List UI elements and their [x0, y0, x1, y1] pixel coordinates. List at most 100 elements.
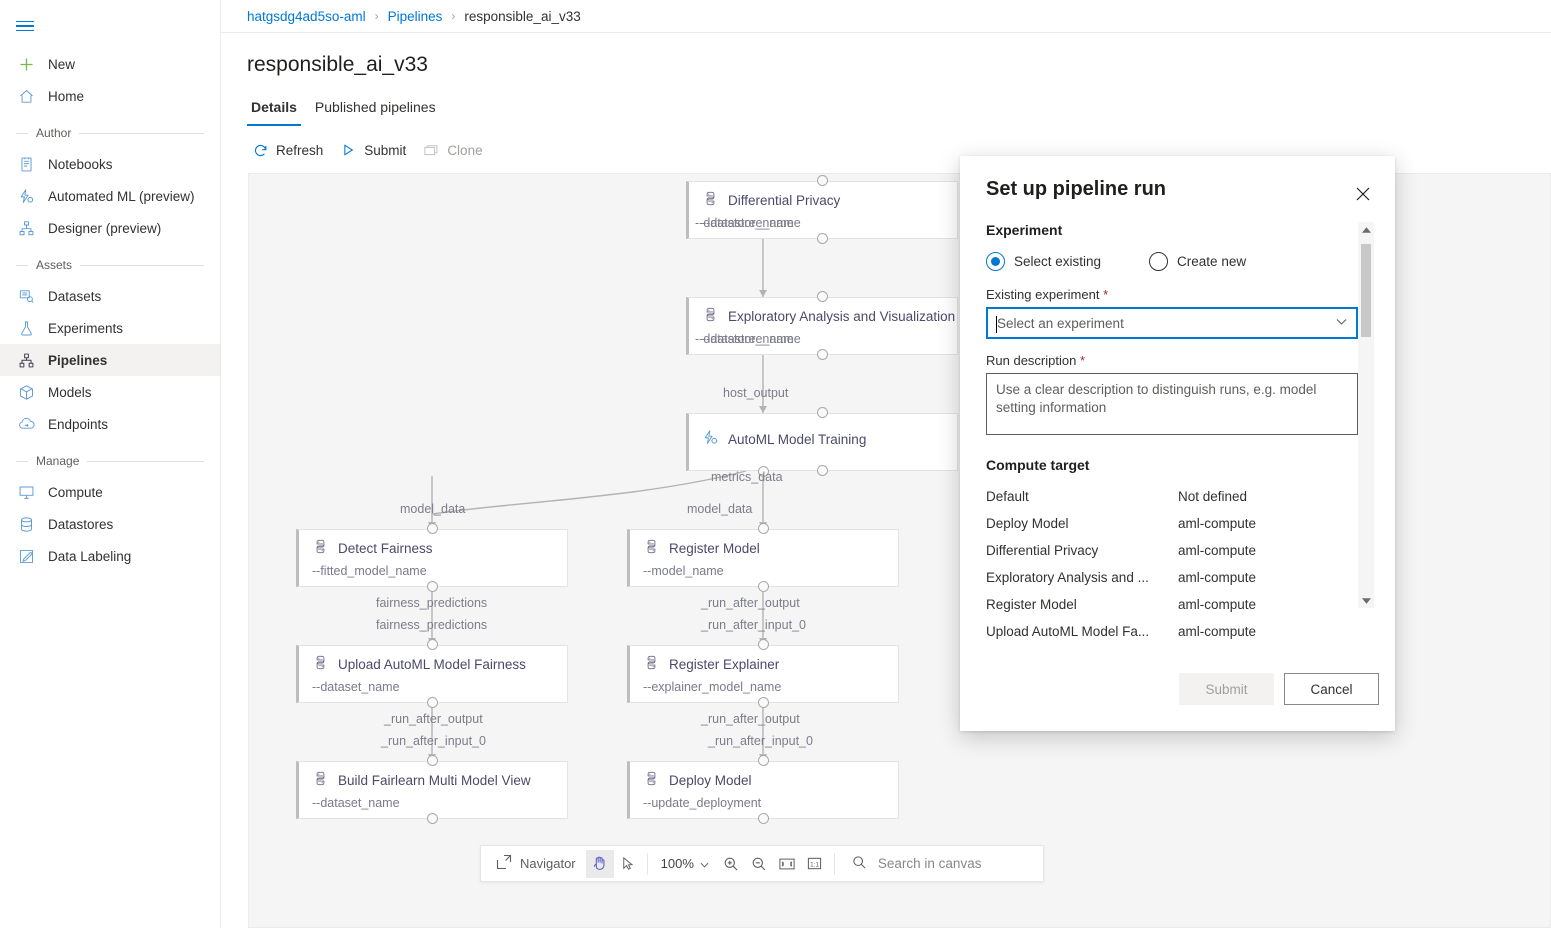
node-input-port[interactable]: [816, 175, 828, 186]
python-module-icon: [643, 770, 660, 790]
pipeline-node[interactable]: Deploy Model --update_deployment: [627, 761, 899, 819]
close-icon[interactable]: [1347, 178, 1379, 210]
zoom-out-icon[interactable]: [745, 850, 773, 878]
chevron-down-icon[interactable]: [1336, 318, 1347, 329]
search-input[interactable]: [875, 855, 1036, 872]
sidebar-item-label: Notebooks: [48, 156, 113, 172]
edge-label: model_data: [400, 502, 466, 516]
node-input-port[interactable]: [426, 755, 438, 766]
command-label: Refresh: [276, 142, 324, 158]
node-title: Differential Privacy: [728, 192, 841, 208]
node-input-port[interactable]: [426, 639, 438, 650]
breadcrumb-workspace[interactable]: hatgsdg4ad5so-aml: [247, 9, 366, 24]
actual-size-icon[interactable]: 1:1: [801, 850, 829, 878]
sidebar-group-header: Author: [0, 118, 220, 148]
sidebar-item-designer-preview[interactable]: Designer (preview): [0, 212, 220, 244]
run-description-textarea[interactable]: Use a clear description to distinguish r…: [986, 373, 1358, 435]
node-title-row: Exploratory Analysis and Visualization: [702, 306, 957, 326]
pipeline-node[interactable]: AutoML Model Training: [686, 413, 958, 471]
scroll-down-arrow-icon[interactable]: [1358, 593, 1374, 608]
sidebar-item-models[interactable]: Models: [0, 376, 220, 408]
play-icon: [339, 141, 357, 159]
node-parameter: --update_deployment: [643, 796, 762, 810]
sidebar-item-label: Endpoints: [48, 416, 109, 432]
node-input-port[interactable]: [757, 639, 769, 650]
command-submit[interactable]: Submit: [335, 136, 416, 164]
sidebar-item-home[interactable]: Home: [0, 80, 220, 112]
compute-target-row: Register Model aml-compute: [986, 591, 1358, 618]
dialog-scrollbar[interactable]: [1358, 222, 1374, 608]
command-label: Clone: [447, 142, 483, 158]
divider-line: [87, 460, 204, 462]
node-output-port[interactable]: [816, 465, 828, 476]
node-output-port[interactable]: [816, 349, 828, 360]
edge-arrow: [759, 290, 767, 297]
sidebar-item-data-labeling[interactable]: Data Labeling: [0, 540, 220, 572]
pan-hand-icon[interactable]: [585, 849, 614, 878]
notebook-icon: [16, 154, 36, 174]
node-input-port[interactable]: [426, 523, 438, 534]
navigator-button[interactable]: Navigator: [486, 849, 586, 878]
pipeline-node[interactable]: Exploratory Analysis and Visualization --…: [686, 297, 958, 355]
pipeline-node[interactable]: Detect Fairness --fitted_model_name: [296, 529, 568, 587]
sidebar-item-pipelines[interactable]: Pipelines: [0, 344, 220, 376]
node-output-port[interactable]: [757, 581, 769, 592]
fit-to-screen-icon[interactable]: [773, 850, 801, 878]
node-title-row: Detect Fairness: [312, 538, 567, 558]
radio-select-existing[interactable]: Select existing: [986, 252, 1101, 271]
sidebar-item-experiments[interactable]: Experiments: [0, 312, 220, 344]
node-input-port[interactable]: [816, 291, 828, 302]
sidebar-top-items: New Home: [0, 48, 220, 112]
node-output-port[interactable]: [757, 813, 769, 824]
sidebar-item-datasets[interactable]: Datasets: [0, 280, 220, 312]
hamburger-menu-icon[interactable]: [16, 6, 56, 46]
scrollbar-thumb[interactable]: [1361, 244, 1371, 337]
tab-details[interactable]: Details: [247, 93, 301, 126]
canvas-search[interactable]: [840, 855, 1043, 873]
existing-experiment-label-text: Existing experiment: [986, 287, 1100, 302]
sidebar-item-automated-ml-preview[interactable]: Automated ML (preview): [0, 180, 220, 212]
sidebar-item-notebooks[interactable]: Notebooks: [0, 148, 220, 180]
pipeline-node[interactable]: Register Explainer --explainer_model_name: [627, 645, 899, 703]
node-title-row: Upload AutoML Model Fairness: [312, 654, 567, 674]
node-title-row: Register Explainer: [643, 654, 898, 674]
sidebar-item-compute[interactable]: Compute: [0, 476, 220, 508]
node-input-port[interactable]: [816, 407, 828, 418]
sidebar-group-label: Author: [36, 126, 72, 140]
scroll-up-arrow-icon[interactable]: [1358, 222, 1374, 237]
search-icon: [852, 855, 867, 873]
navigator-label: Navigator: [520, 856, 576, 871]
text-cursor: [996, 316, 997, 333]
tab-published-pipelines[interactable]: Published pipelines: [311, 93, 440, 126]
radio-label: Select existing: [1014, 254, 1102, 269]
node-output-port[interactable]: [757, 697, 769, 708]
node-input-port[interactable]: [757, 755, 769, 766]
zoom-level-select[interactable]: 100%: [653, 850, 717, 878]
node-output-port[interactable]: [426, 581, 438, 592]
sidebar-item-endpoints[interactable]: Endpoints: [0, 408, 220, 440]
sidebar-group-header: Assets: [0, 250, 220, 280]
automated-ml-icon: [16, 186, 36, 206]
pipeline-node[interactable]: Differential Privacy --datastore_name: [686, 181, 958, 239]
zoom-in-icon[interactable]: [717, 850, 745, 878]
pipeline-node[interactable]: Register Model --model_name: [627, 529, 899, 587]
node-output-port[interactable]: [816, 233, 828, 244]
node-output-port[interactable]: [426, 697, 438, 708]
sidebar-item-label: Datasets: [48, 288, 102, 304]
command-refresh[interactable]: Refresh: [247, 136, 333, 164]
pipeline-node[interactable]: Upload AutoML Model Fairness --dataset_na…: [296, 645, 568, 703]
sidebar-item-new[interactable]: New: [0, 48, 220, 80]
command-clone: Clone: [418, 136, 492, 164]
cancel-button[interactable]: Cancel: [1284, 673, 1379, 705]
breadcrumb-pipelines[interactable]: Pipelines: [388, 9, 443, 24]
sidebar-item-datastores[interactable]: Datastores: [0, 508, 220, 540]
node-title: Exploratory Analysis and Visualization: [728, 308, 956, 324]
pipeline-node[interactable]: Build Fairlearn Multi Model View --datase…: [296, 761, 568, 819]
existing-experiment-combobox[interactable]: Select an experiment: [986, 307, 1358, 339]
submit-button[interactable]: Submit: [1179, 673, 1274, 705]
node-output-port[interactable]: [426, 813, 438, 824]
pointer-arrow-icon[interactable]: [614, 850, 642, 878]
radio-create-new[interactable]: Create new: [1149, 252, 1246, 271]
node-title-row: Differential Privacy: [702, 190, 957, 210]
node-input-port[interactable]: [757, 523, 769, 534]
